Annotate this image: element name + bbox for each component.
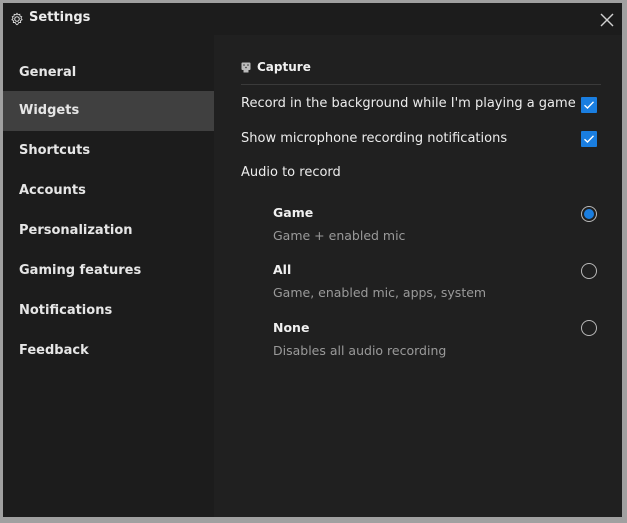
audio-option-all-title: All — [273, 262, 292, 277]
capture-icon — [241, 62, 251, 73]
audio-option-none-description: Disables all audio recording — [273, 343, 447, 358]
close-icon[interactable] — [596, 9, 618, 31]
sidebar-item-accounts[interactable]: Accounts — [3, 171, 214, 211]
sidebar-item-notifications[interactable]: Notifications — [3, 291, 214, 331]
audio-option-game-description: Game + enabled mic — [273, 228, 406, 243]
background-recording-label: Record in the background while I'm playi… — [241, 96, 576, 111]
sidebar-item-label: Gaming features — [19, 263, 142, 278]
audio-option-game-title: Game — [273, 205, 314, 220]
audio-option-game-radio[interactable] — [581, 206, 597, 222]
mic-notifications-checkbox[interactable] — [581, 131, 597, 147]
settings-window: Settings General Widgets Shortcuts Accou… — [3, 3, 622, 517]
mic-notifications-label: Show microphone recording notifications — [241, 131, 508, 146]
section-title: Capture — [257, 60, 311, 74]
sidebar-item-label: Shortcuts — [19, 143, 91, 158]
audio-option-none-title: None — [273, 320, 310, 335]
sidebar: General Widgets Shortcuts Accounts Perso… — [3, 35, 214, 517]
sidebar-item-label: Accounts — [19, 183, 86, 198]
sidebar-item-gaming-features[interactable]: Gaming features — [3, 251, 214, 291]
sidebar-item-label: Personalization — [19, 223, 133, 238]
sidebar-item-widgets[interactable]: Widgets — [3, 91, 214, 131]
content-panel: Capture Record in the background while I… — [214, 35, 622, 517]
gear-icon — [11, 12, 23, 26]
sidebar-item-label: Feedback — [19, 343, 89, 358]
background-recording-checkbox[interactable] — [581, 97, 597, 113]
audio-to-record-label: Audio to record — [241, 165, 341, 180]
sidebar-item-shortcuts[interactable]: Shortcuts — [3, 131, 214, 171]
title-bar: Settings — [3, 3, 622, 35]
sidebar-item-feedback[interactable]: Feedback — [3, 331, 214, 371]
sidebar-item-label: General — [19, 65, 77, 80]
sidebar-item-label: Widgets — [19, 103, 80, 118]
sidebar-item-general[interactable]: General — [3, 53, 214, 93]
audio-option-none-radio[interactable] — [581, 320, 597, 336]
checkmark-icon — [584, 135, 595, 143]
sidebar-item-personalization[interactable]: Personalization — [3, 211, 214, 251]
audio-option-all-description: Game, enabled mic, apps, system — [273, 285, 487, 300]
audio-option-all-radio[interactable] — [581, 263, 597, 279]
sidebar-item-label: Notifications — [19, 303, 113, 318]
window-title: Settings — [29, 10, 91, 25]
checkmark-icon — [584, 101, 595, 109]
section-divider — [241, 84, 601, 85]
